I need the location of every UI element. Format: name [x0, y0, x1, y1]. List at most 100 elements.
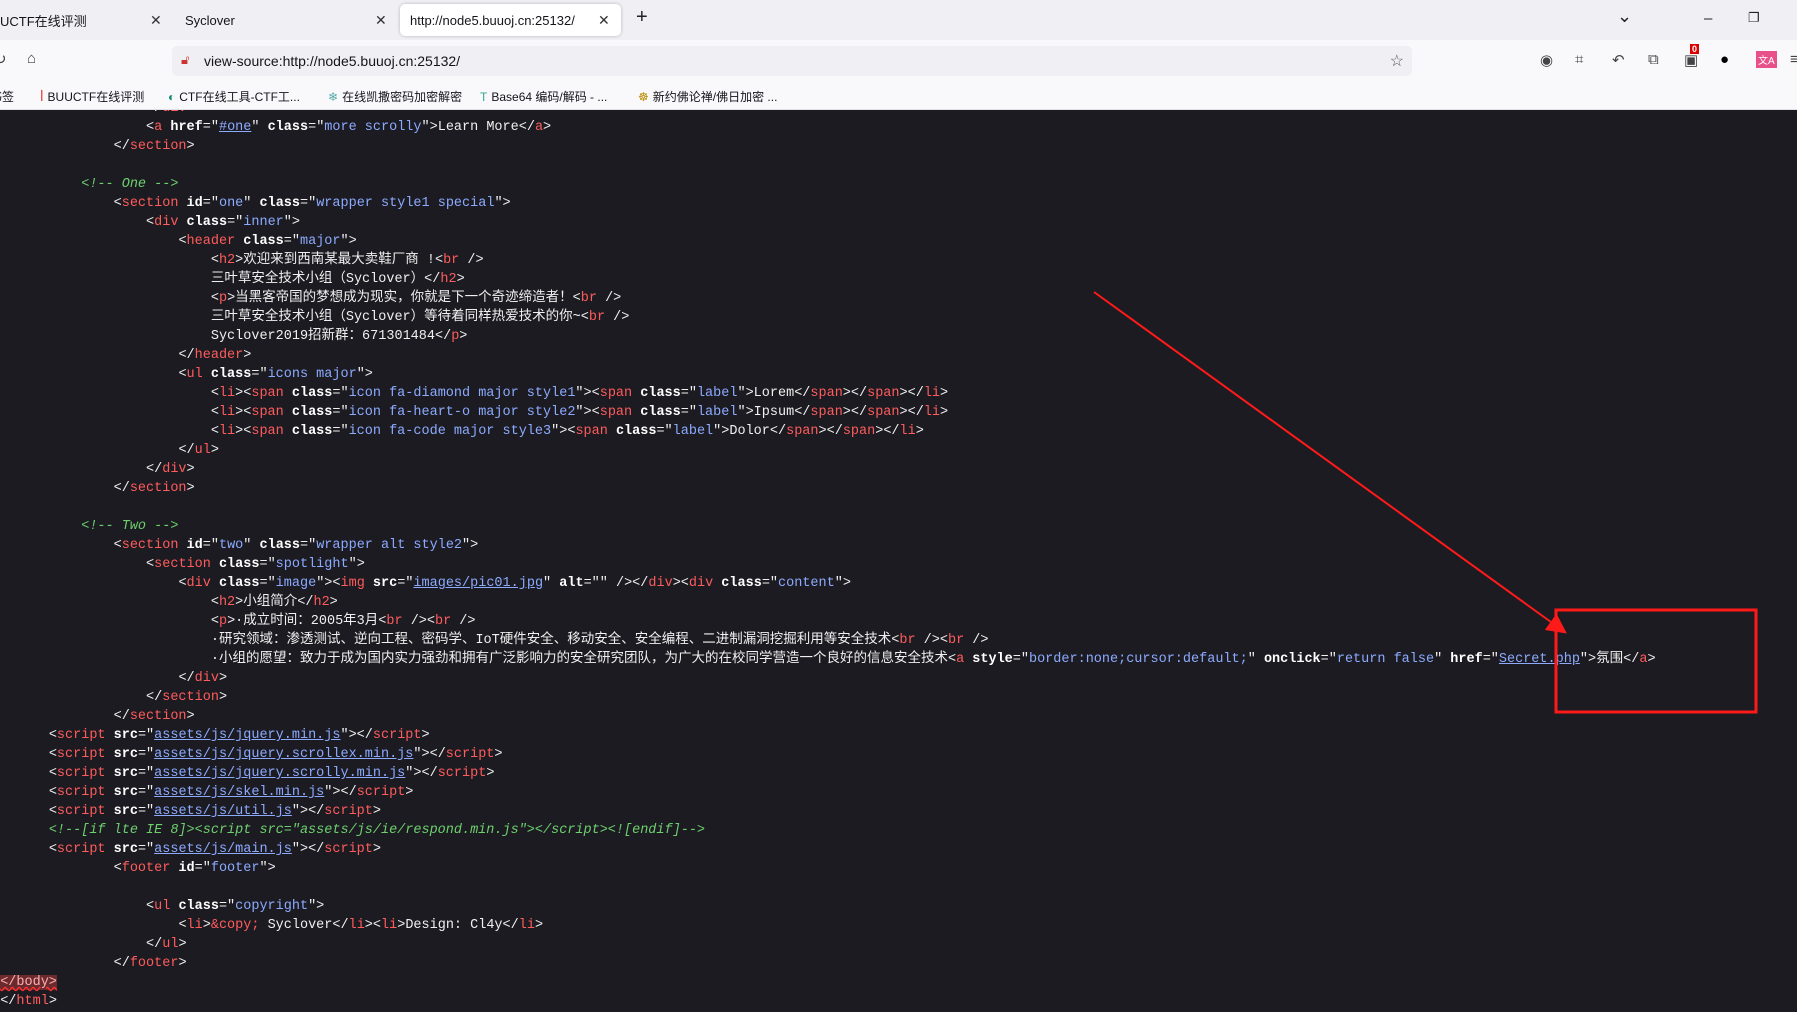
undo-icon[interactable]: ↶ [1612, 51, 1625, 69]
insecure-lock-icon[interactable]: 🔓︎ [181, 52, 189, 68]
attribute-value: wrapper alt style2 [316, 538, 463, 553]
extensions-icon[interactable]: ⧉ [1648, 51, 1659, 68]
source-link[interactable]: assets/js/main.js [154, 842, 292, 857]
source-link[interactable]: #one [219, 120, 251, 135]
buddha-icon: ☸ [638, 89, 649, 104]
bookmark-buuctf[interactable]: ꟾ BUUCTF在线评测 [40, 88, 144, 105]
punctuation: < [210, 291, 219, 306]
bookmark-caesar[interactable]: ❄ 在线凯撒密码加密解密 [328, 88, 462, 105]
reload-icon[interactable]: ↻ [0, 50, 7, 68]
bookmark-star-icon[interactable]: ☆ [1390, 51, 1404, 71]
bookmark-label: 在线凯撒密码加密解密 [342, 90, 463, 104]
punctuation: > [218, 690, 228, 705]
tab-title: http://node5.buuoj.cn:25132/ [410, 12, 575, 28]
base64-icon: T [480, 89, 488, 104]
punctuation: </ [113, 709, 130, 724]
source-link[interactable]: assets/js/util.js [154, 804, 292, 819]
punctuation: " [1434, 652, 1443, 667]
punctuation: > [178, 937, 187, 952]
minimize-button[interactable]: – [1704, 10, 1712, 27]
tab-close-icon[interactable]: ✕ [375, 12, 387, 29]
punctuation: </ [178, 671, 195, 686]
attribute-name: href [1442, 652, 1483, 667]
list-tabs-button[interactable]: ⌄ [1617, 6, 1632, 27]
text-content: 小组简介 [243, 595, 298, 610]
source-line: <a href="#one" class="more scrolly">Lear… [0, 118, 1656, 137]
tab-buuctf[interactable]: UCTF在线评测 ✕ [0, 4, 170, 36]
new-tab-button[interactable]: + [636, 6, 648, 29]
source-link[interactable]: assets/js/jquery.min.js [154, 728, 340, 743]
tab-close-icon[interactable]: ✕ [150, 12, 162, 29]
tag-name: section [121, 538, 179, 553]
punctuation: "></ [413, 747, 446, 762]
source-line: ·小组的愿望：致力于成为国内实力强劲和拥有广泛影响力的安全研究团队，为广大的在校… [0, 650, 1656, 669]
tab-syclover[interactable]: Syclover ✕ [175, 4, 395, 36]
home-icon[interactable]: ⌂ [27, 50, 36, 67]
source-link[interactable]: Secret.php [1499, 652, 1580, 667]
punctuation: "></ [291, 842, 325, 857]
tab-close-icon[interactable]: ✕ [598, 12, 610, 29]
attribute-name: class [632, 386, 681, 401]
bookmarks-folder[interactable]: 书签 [0, 88, 14, 105]
punctuation: > [421, 728, 430, 743]
punctuation: < [178, 367, 187, 382]
tag-name: script [437, 766, 487, 781]
attribute-value: icons major [267, 367, 357, 382]
opera-o-icon[interactable]: ● [1720, 51, 1729, 68]
source-line: <div class="inner"> [0, 213, 1656, 232]
punctuation: =" [308, 120, 325, 135]
punctuation: "></ [291, 804, 325, 819]
tag-name: span [786, 424, 819, 439]
punctuation: </ [502, 918, 519, 933]
text-content: ·小组的愿望：致力于成为国内实力强劲和拥有广泛影响力的安全研究团队，为广大的在校… [210, 652, 948, 667]
punctuation: > [456, 272, 465, 287]
attribute-name: id [178, 196, 203, 211]
bookmark-ctf-tools[interactable]: ◐ CTF在线工具-CTF工... [168, 88, 300, 105]
source-link[interactable]: images/pic01.jpg [413, 576, 543, 591]
source-line: <h2>欢迎来到西南某最大卖鞋厂商 !<br /> [0, 251, 1656, 270]
tag-name: span [251, 405, 284, 420]
tab-view-source[interactable]: http://node5.buuoj.cn:25132/ ✕ [400, 4, 621, 36]
menu-icon[interactable]: ≡ [1790, 51, 1797, 68]
punctuation: =" [332, 405, 349, 420]
tag-name: span [842, 424, 876, 439]
address-bar[interactable]: 🔓︎ view-source:http://node5.buuoj.cn:251… [172, 46, 1412, 76]
translate-icon[interactable]: 文A [1756, 51, 1777, 68]
tag-name: span [599, 386, 633, 401]
screenshot-crop-icon[interactable]: ⌗ [1575, 51, 1583, 68]
source-line: <section class="spotlight"> [0, 555, 1656, 574]
source-link[interactable]: assets/js/skel.min.js [154, 785, 324, 800]
punctuation: </ [146, 690, 163, 705]
bookmark-buddha-cipher[interactable]: ☸ 新约佛论禅/佛日加密 ... [638, 88, 777, 105]
punctuation: < [113, 861, 122, 876]
text-content: ·成立时间：2005年3月 [235, 614, 379, 629]
notification-badge: 0 [1690, 44, 1700, 54]
tag-name: script [56, 766, 106, 781]
url-text[interactable]: view-source:http://node5.buuoj.cn:25132/ [204, 53, 460, 69]
account-icon[interactable]: ◉ [1540, 51, 1553, 69]
source-link[interactable]: assets/js/jquery.scrollex.min.js [154, 747, 413, 762]
tag-name: li [186, 918, 203, 933]
punctuation: < [48, 766, 57, 781]
tag-name: &copy; [210, 918, 260, 933]
extension-icon[interactable]: ▣ 0 [1684, 44, 1700, 69]
bookmark-base64[interactable]: T Base64 编码/解码 - ... [480, 88, 607, 105]
tab-title: Syclover [185, 12, 235, 28]
attribute-name: src [105, 842, 138, 857]
source-line: <li>&copy; Syclover</li><li>Design: Cl4y… [0, 916, 1656, 935]
tag-name: script [356, 785, 406, 800]
punctuation: </ [794, 405, 811, 420]
restore-button[interactable]: ❐ [1748, 10, 1760, 26]
source-link[interactable]: assets/js/jquery.scrolly.min.js [154, 766, 405, 781]
tag-name: section [121, 196, 179, 211]
punctuation: </ [146, 110, 162, 116]
